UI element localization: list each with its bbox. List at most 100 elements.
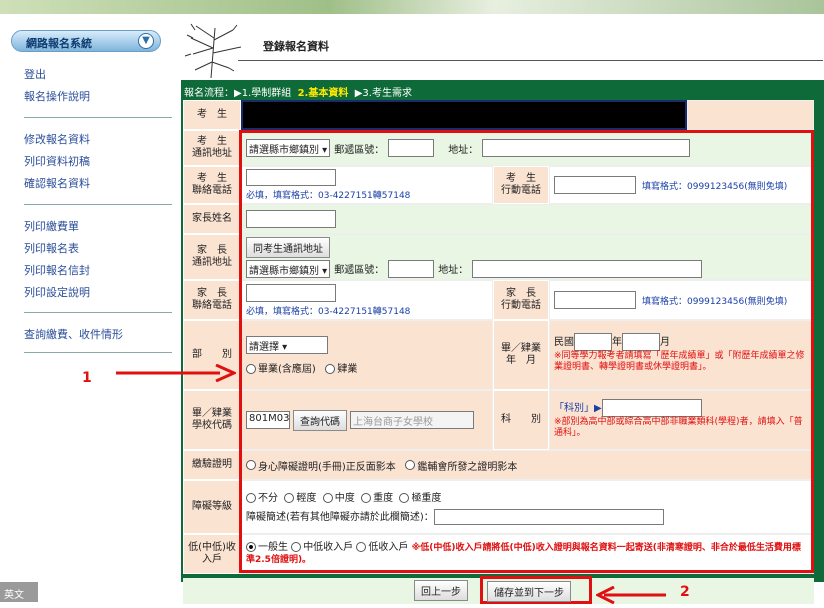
phone-input[interactable] [246, 169, 336, 186]
income-general-radio[interactable] [246, 542, 256, 552]
annotation-number-2: 2 [680, 584, 690, 600]
phone-hint: 必填，填寫格式：03-4227151轉57148 [246, 191, 411, 201]
proof-committee-radio[interactable] [405, 460, 416, 470]
top-banner [0, 0, 824, 14]
disability-none-radio[interactable] [246, 493, 256, 503]
sidebar-divider [24, 117, 172, 118]
disability-moderate-radio[interactable] [322, 493, 333, 503]
form-row-department: 部 別 請選擇 ▾ 畢業(含應屆) 肄業 畢／肄業 年 月 民國年月 ※同等學力… [183, 320, 814, 390]
disability-profound-radio[interactable] [399, 493, 410, 503]
income-option-label: 一般生 [258, 542, 288, 553]
disability-option-label: 不分 [258, 493, 278, 504]
same-address-button[interactable]: 同考生通訊地址 [246, 236, 330, 258]
parent-mobile-input[interactable] [554, 291, 636, 309]
county-select-value: 請選縣市鄉鎮別 [249, 145, 319, 156]
disability-severe-radio[interactable] [361, 493, 372, 503]
school-code-label: 畢／肄業 學校代碼 [183, 390, 241, 450]
parent-zip-label: 郵遞區號： [334, 265, 385, 276]
address-input[interactable] [482, 139, 691, 157]
proof-disability-radio[interactable] [246, 460, 256, 470]
income-label: 低(中低)收 入戶 [183, 534, 241, 574]
subject-link[interactable]: 「科別」▶ [554, 403, 602, 414]
department-select[interactable]: 請選擇 ▾ [246, 335, 328, 354]
parent-phone-input[interactable] [246, 283, 336, 302]
subject-note: ※部別為高中部或綜合高中部非職業類科(學程)者，請填入「普通科」。 [554, 417, 803, 438]
save-next-button[interactable]: 儲存並到下一步 [487, 581, 571, 602]
disability-mild-radio[interactable] [284, 493, 295, 503]
form-row-school: 畢／肄業 學校代碼 801M03 查詢代碼 上海台商子女學校 科 別 「科別」▶… [183, 390, 814, 450]
parent-county-select[interactable]: 請選縣市鄉鎮別 ▾ [246, 259, 331, 278]
page-header: 登錄報名資料 [181, 14, 824, 80]
disability-desc-label: 障礙簡述(若有其他障礙亦請於此欄簡述)： [246, 512, 434, 523]
form-row-parent-name: 家長姓名 [183, 204, 814, 234]
proof-label: 繳驗證明 [183, 450, 241, 480]
grad-month-label: 月 [660, 337, 670, 348]
zip-input[interactable] [388, 139, 435, 157]
grad-month-input[interactable] [622, 333, 660, 351]
sidebar-link-print-settings[interactable]: 列印設定說明 [24, 284, 90, 300]
form-row-disability: 障礙等級 不分 輕度 中度 重度 極重度 障礙簡述(若有其他障礙亦請於此欄簡述)… [183, 480, 814, 534]
sidebar-link-logout[interactable]: 登出 [24, 66, 46, 82]
header-divider [238, 60, 823, 61]
parent-name-input[interactable] [246, 210, 336, 228]
income-mid-low-radio[interactable] [291, 542, 302, 552]
parent-name-label: 家長姓名 [183, 204, 241, 234]
parent-phone-hint: 必填，填寫格式：03-4227151轉57148 [246, 306, 411, 317]
parent-phone-label: 家 長 聯絡電話 [183, 280, 241, 320]
mobile-input[interactable] [554, 176, 636, 194]
proof-disability-label: 身心障礙證明(手冊)正反面影本 [258, 461, 396, 473]
grad-year-input[interactable] [574, 333, 612, 351]
page-title: 登錄報名資料 [263, 40, 329, 53]
sidebar-link-print-form[interactable]: 列印報名表 [24, 240, 79, 256]
system-menu-label: 網路報名系統 [26, 37, 92, 50]
grad-date-label: 畢／肄業 年 月 [493, 320, 549, 390]
pine-logo-icon [184, 23, 242, 79]
sidebar-link-payment-status[interactable]: 查詢繳費、收件情形 [24, 326, 123, 342]
incomplete-radio[interactable] [325, 363, 336, 374]
flow-step-3[interactable]: ▶3.考生需求 [355, 88, 412, 99]
subject-label: 科 別 [493, 390, 549, 450]
disability-option-label: 輕度 [296, 493, 317, 504]
lookup-code-button[interactable]: 查詢代碼 [293, 409, 347, 431]
parent-mobile-label: 家 長 行動電話 [493, 280, 549, 320]
sidebar-link-edit[interactable]: 修改報名資料 [24, 131, 90, 147]
sidebar-link-confirm[interactable]: 確認報名資料 [24, 175, 90, 191]
grad-year-label: 年 [612, 337, 622, 348]
graduated-label: 畢業(含應屆) [258, 363, 316, 375]
sidebar-link-guide[interactable]: 報名操作說明 [24, 88, 90, 104]
form-row-income: 低(中低)收 入戶 一般生 中低收入戶 低收入戶 ※低(中低)收入戶請將低(中低… [183, 534, 814, 574]
disability-option-label: 中度 [334, 493, 355, 504]
county-select[interactable]: 請選縣市鄉鎮別 ▾ [246, 139, 331, 157]
grad-era-label: 民國 [554, 337, 574, 348]
chevron-down-icon: ▼ [138, 33, 154, 49]
mobile-label: 考 生 行動電話 [493, 166, 549, 204]
school-code-input[interactable]: 801M03 [246, 411, 290, 429]
sidebar-link-print-bill[interactable]: 列印繳費單 [24, 218, 79, 234]
parent-county-select-value: 請選縣市鄉鎮別 [249, 265, 319, 277]
graduated-radio[interactable] [246, 363, 256, 374]
system-menu-button[interactable]: 網路報名系統 ▼ [11, 30, 161, 52]
disability-level-label: 障礙等級 [183, 480, 241, 534]
form-row-parent-phone: 家 長 聯絡電話 必填，填寫格式：03-4227151轉57148 家 長 行動… [183, 280, 814, 320]
back-button[interactable]: 回上一步 [414, 580, 468, 601]
subject-input[interactable] [601, 399, 702, 417]
school-name-field: 上海台商子女學校 [350, 411, 474, 429]
flow-step-2: 2.基本資料 [297, 88, 349, 99]
income-low-radio[interactable] [356, 542, 367, 552]
sidebar-link-print-draft[interactable]: 列印資料初稿 [24, 153, 90, 169]
sidebar-link-print-envelope[interactable]: 列印報名信封 [24, 262, 90, 278]
flow-step-1[interactable]: ▶1.學制群組 [234, 88, 291, 99]
disability-desc-input[interactable] [433, 509, 664, 525]
department-select-value: 請選擇 [249, 341, 279, 353]
form-row-address: 考 生 通訊地址 請選縣市鄉鎮別 ▾ 郵遞區號： 地址： [183, 130, 814, 166]
disability-option-label: 重度 [373, 493, 394, 504]
form-row-examinee: 考 生 [183, 100, 814, 130]
examinee-extra [687, 100, 814, 130]
phone-label: 考 生 聯絡電話 [183, 166, 241, 204]
examinee-name-redacted [241, 100, 687, 130]
income-option-label: 中低收入戶 [303, 542, 354, 553]
parent-zip-input[interactable] [388, 259, 435, 278]
parent-address-input[interactable] [472, 259, 703, 278]
address-label: 考 生 通訊地址 [183, 130, 241, 166]
parent-mobile-hint: 填寫格式：0999123456(無則免填) [642, 296, 788, 307]
